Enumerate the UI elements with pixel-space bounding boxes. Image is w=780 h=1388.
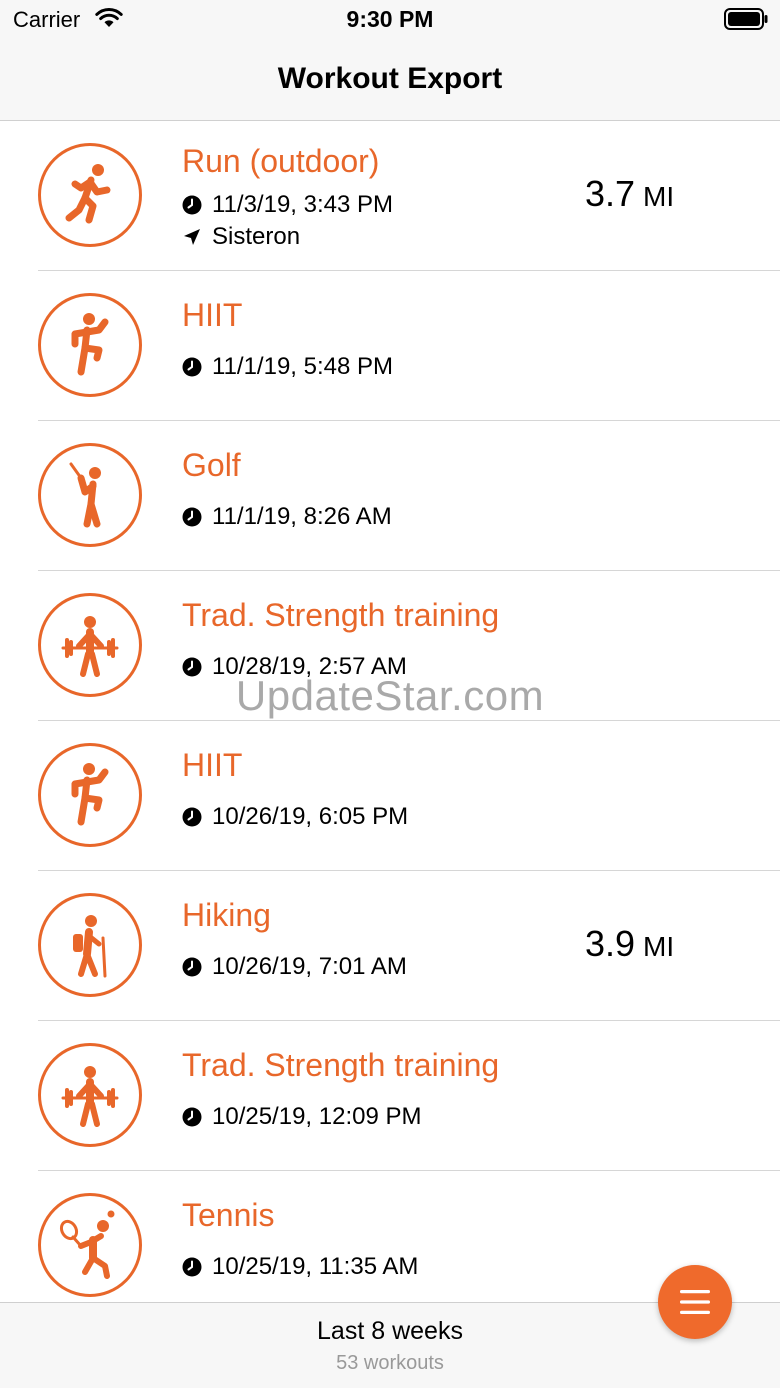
workout-row[interactable]: Golf 11/1/19, 8:26 AM: [0, 421, 780, 571]
workout-list[interactable]: Run (outdoor) 11/3/19, 3:43 PM Sisteron …: [0, 121, 780, 1302]
workout-date-text: 11/1/19, 5:48 PM: [212, 353, 394, 380]
workout-distance: 3.9 MI: [585, 923, 674, 965]
workout-date-text: 10/25/19, 11:35 AM: [212, 1253, 419, 1280]
workout-date-text: 10/26/19, 6:05 PM: [212, 803, 409, 830]
menu-button[interactable]: [658, 1265, 732, 1339]
workout-date: 11/1/19, 5:48 PM: [182, 353, 393, 381]
workout-avatar: [38, 143, 142, 247]
workout-row[interactable]: HIIT 11/1/19, 5:48 PM: [0, 271, 780, 421]
workout-title: Golf: [182, 447, 241, 483]
weightlifting-icon: [61, 616, 119, 677]
workout-date: 10/26/19, 6:05 PM: [182, 803, 408, 831]
clock-icon: [182, 1257, 202, 1277]
workout-date: 10/26/19, 7:01 AM: [182, 953, 407, 981]
workout-row[interactable]: HIIT 10/26/19, 6:05 PM: [0, 721, 780, 871]
navigation-bar: Workout Export: [0, 40, 780, 121]
workout-date-text: 10/26/19, 7:01 AM: [212, 953, 407, 980]
hiking-icon: [73, 915, 107, 978]
hiit-icon: [71, 763, 109, 826]
distance-unit: MI: [643, 931, 675, 962]
workout-date: 10/28/19, 2:57 AM: [182, 653, 407, 681]
clock-icon: [182, 657, 202, 677]
golf-icon: [69, 462, 101, 528]
workout-avatar: [38, 1043, 142, 1147]
workout-title: Trad. Strength training: [182, 597, 500, 633]
workout-location: Sisteron: [182, 223, 300, 251]
workout-avatar: [38, 1193, 142, 1297]
hiit-icon: [71, 313, 109, 376]
weightlifting-icon: [61, 1066, 119, 1127]
status-bar: Carrier 9:30 PM: [0, 0, 780, 40]
workout-avatar: [38, 593, 142, 697]
workout-avatar: [38, 743, 142, 847]
location-arrow-icon: [184, 229, 200, 245]
battery-icon: [724, 8, 768, 30]
workout-date: 10/25/19, 12:09 PM: [182, 1103, 421, 1131]
clock-icon: [182, 957, 202, 977]
workout-distance: 3.7 MI: [585, 173, 674, 215]
clock-icon: [182, 357, 202, 377]
workout-title: Tennis: [182, 1197, 275, 1233]
clock-icon: [182, 1107, 202, 1127]
workout-row[interactable]: Hiking 10/26/19, 7:01 AM 3.9 MI: [0, 871, 780, 1021]
distance-value: 3.7: [585, 173, 636, 214]
clock-icon: [182, 507, 202, 527]
footer-count: 53 workouts: [336, 1352, 444, 1374]
running-icon: [65, 164, 111, 224]
workout-title: Run (outdoor): [182, 143, 380, 179]
workout-date-text: 10/25/19, 12:09 PM: [212, 1103, 422, 1130]
workout-row[interactable]: Run (outdoor) 11/3/19, 3:43 PM Sisteron …: [0, 121, 780, 271]
page-title: Workout Export: [277, 62, 503, 95]
workout-title: Trad. Strength training: [182, 1047, 500, 1083]
workout-location-text: Sisteron: [212, 223, 301, 250]
workout-date: 10/25/19, 11:35 AM: [182, 1253, 418, 1281]
workout-avatar: [38, 293, 142, 397]
workout-date-text: 10/28/19, 2:57 AM: [212, 653, 407, 680]
workout-avatar: [38, 443, 142, 547]
workout-date-text: 11/1/19, 8:26 AM: [212, 503, 392, 530]
tennis-icon: [59, 1210, 115, 1279]
workout-date: 11/3/19, 3:43 PM: [182, 191, 393, 219]
status-time: 9:30 PM: [346, 6, 434, 32]
clock-icon: [182, 807, 202, 827]
workout-date: 11/1/19, 8:26 AM: [182, 503, 392, 531]
workout-title: HIIT: [182, 297, 243, 333]
menu-icon: [680, 1290, 710, 1314]
clock-icon: [182, 195, 202, 215]
workout-title: HIIT: [182, 747, 243, 783]
workout-title: Hiking: [182, 897, 271, 933]
distance-value: 3.9: [585, 923, 636, 964]
workout-date-text: 11/3/19, 3:43 PM: [212, 191, 394, 218]
workout-avatar: [38, 893, 142, 997]
workout-row[interactable]: Trad. Strength training 10/25/19, 12:09 …: [0, 1021, 780, 1171]
distance-unit: MI: [643, 181, 675, 212]
workout-row[interactable]: Trad. Strength training 10/28/19, 2:57 A…: [0, 571, 780, 721]
